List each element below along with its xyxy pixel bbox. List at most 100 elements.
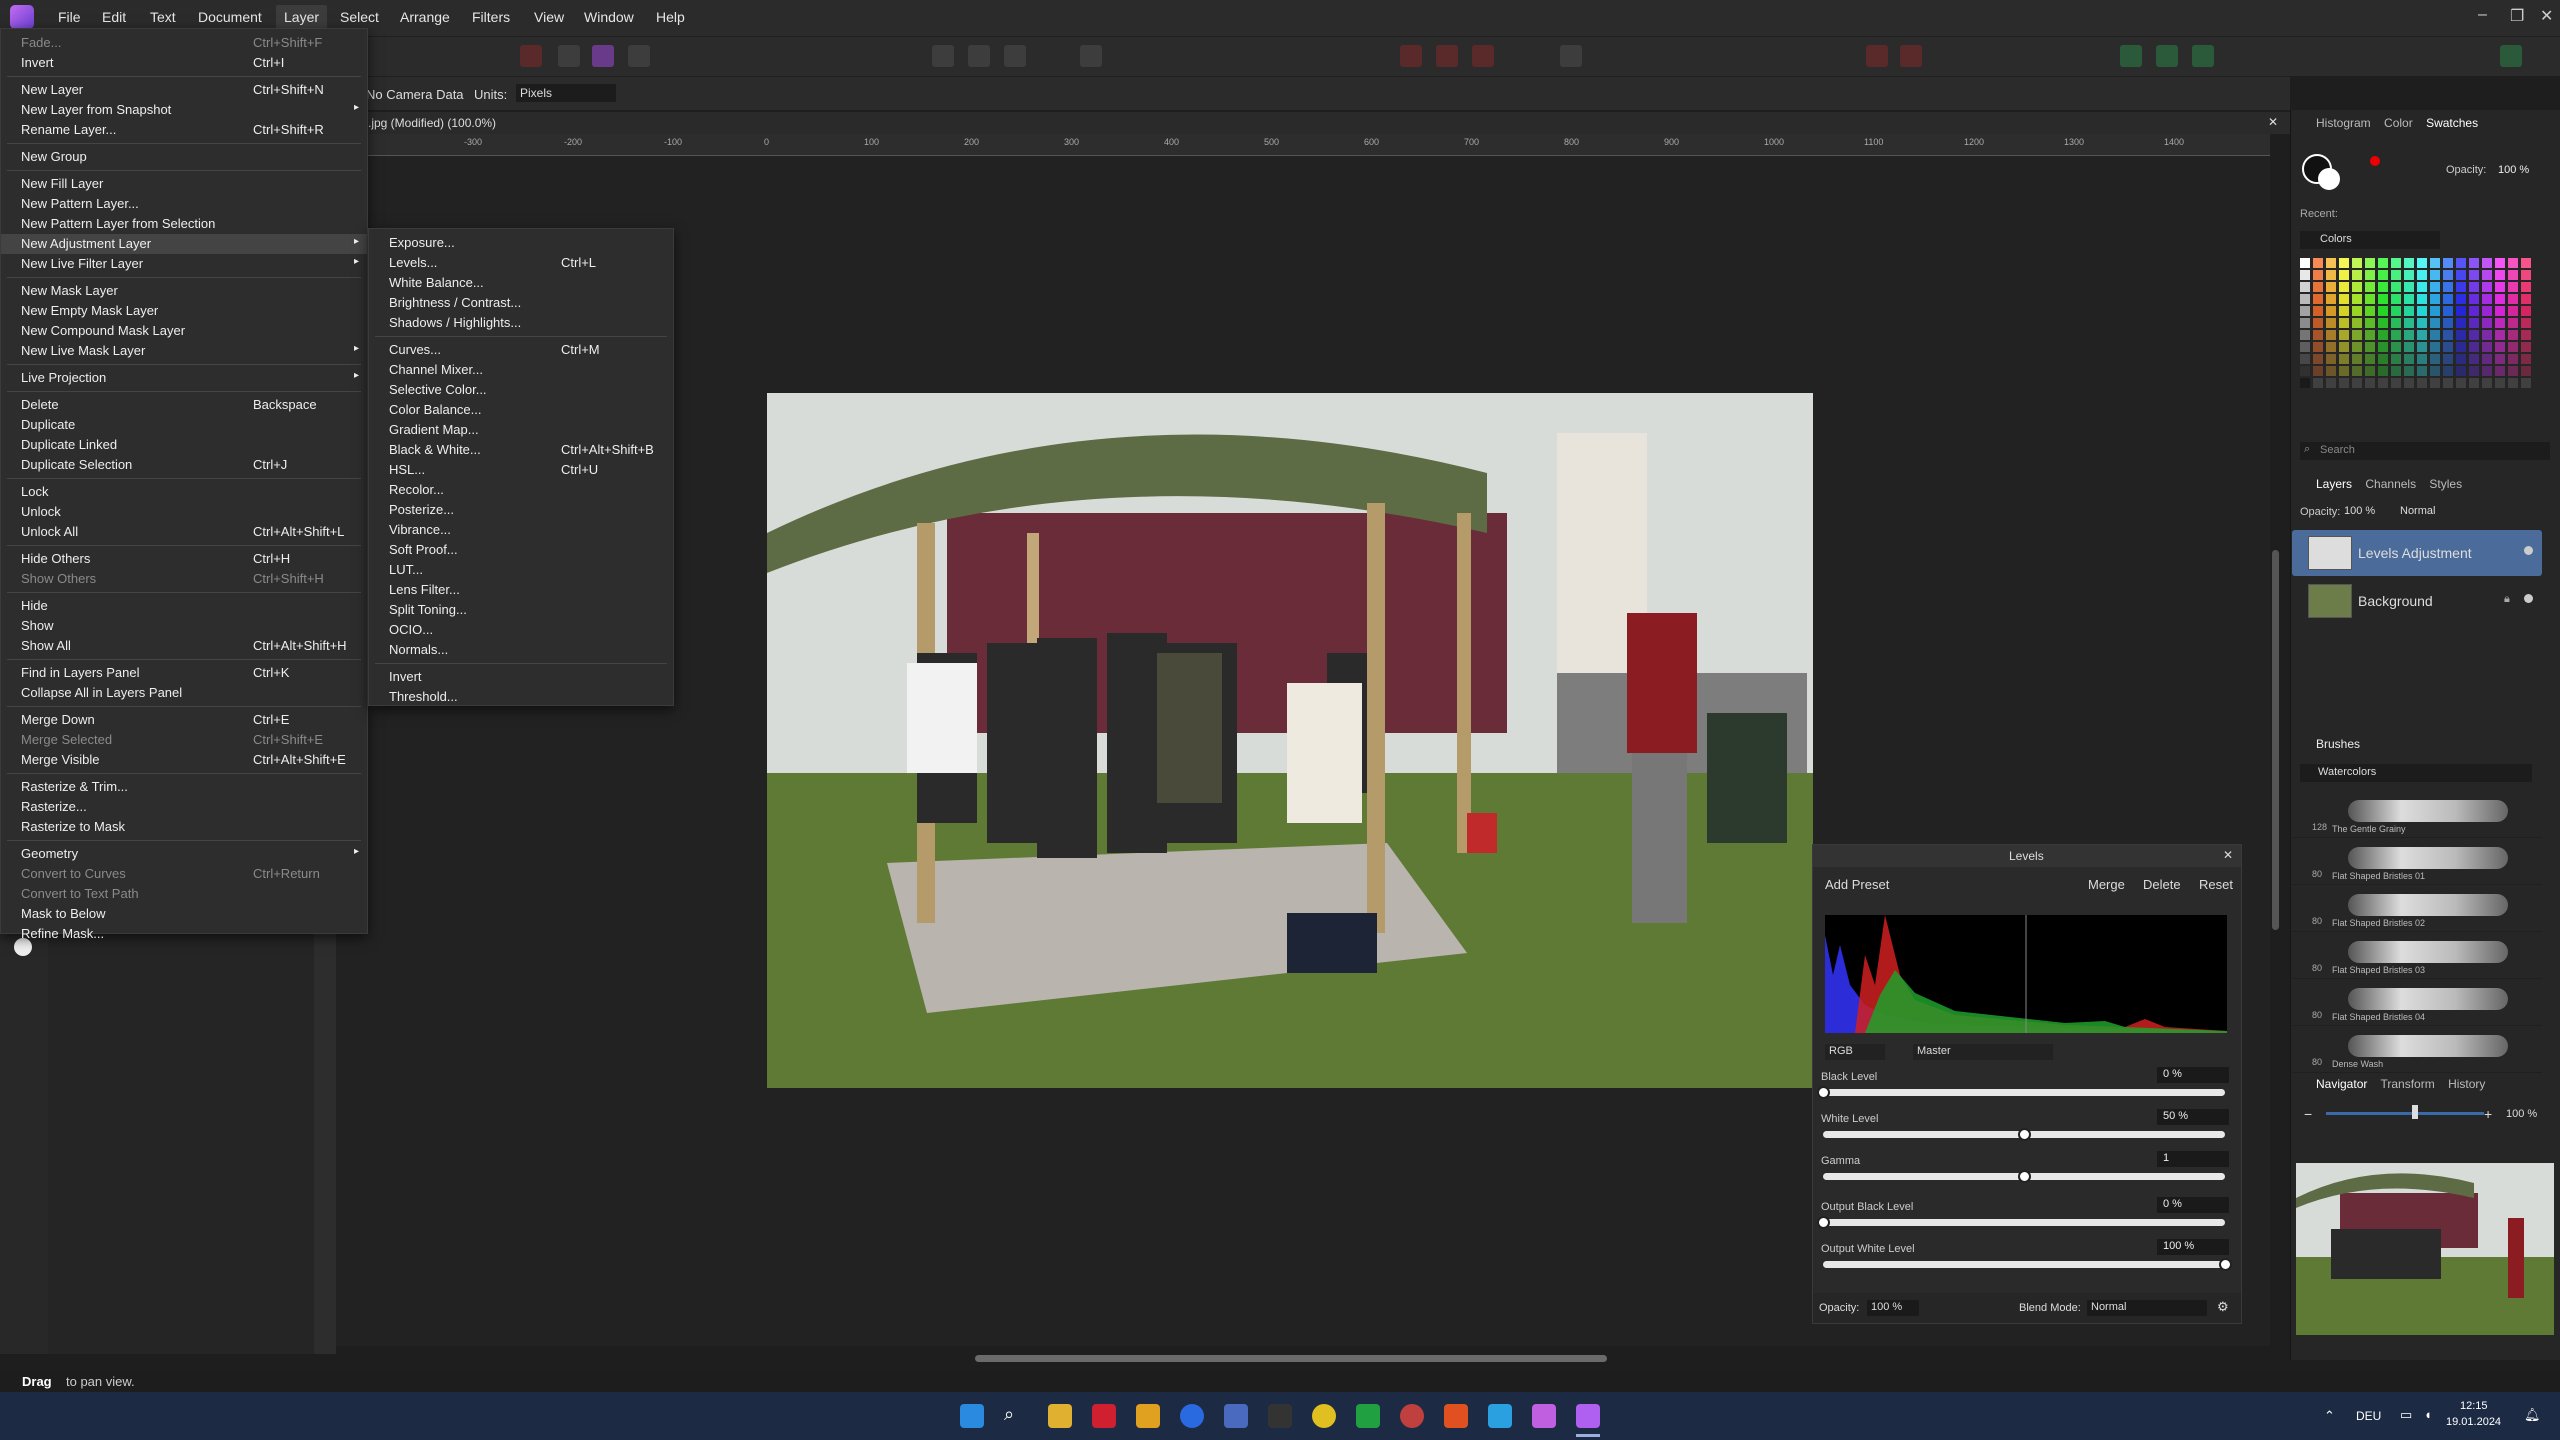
color-swatch[interactable] xyxy=(2430,258,2440,268)
color-swatch[interactable] xyxy=(2508,366,2518,376)
menu-item-new-live-filter-layer[interactable]: New Live Filter Layer ▸ xyxy=(1,254,367,274)
color-swatch[interactable] xyxy=(2521,318,2531,328)
color-swatch[interactable] xyxy=(2378,378,2388,388)
visibility-icon[interactable] xyxy=(2524,594,2533,603)
color-swatch[interactable] xyxy=(2339,354,2349,364)
color-swatch[interactable] xyxy=(2339,282,2349,292)
color-swatch[interactable] xyxy=(2482,282,2492,292)
color-swatch[interactable] xyxy=(2404,330,2414,340)
output-white-slider[interactable] xyxy=(1823,1261,2225,1268)
color-swatch[interactable] xyxy=(2300,354,2310,364)
color-swatch[interactable] xyxy=(2404,258,2414,268)
arrange-back-icon[interactable] xyxy=(1866,45,1888,67)
app-icon[interactable] xyxy=(1312,1404,1336,1428)
browser-icon[interactable] xyxy=(1180,1404,1204,1428)
color-swatch[interactable] xyxy=(2339,258,2349,268)
color-swatch[interactable] xyxy=(2482,330,2492,340)
color-swatch[interactable] xyxy=(2391,306,2401,316)
tray-chevron-icon[interactable]: ⌃ xyxy=(2324,1408,2335,1424)
color-swatch[interactable] xyxy=(2339,342,2349,352)
layer-opacity-field[interactable]: 100 % xyxy=(2344,505,2375,517)
color-swatch[interactable] xyxy=(2404,282,2414,292)
color-swatch[interactable] xyxy=(2482,366,2492,376)
color-swatch[interactable] xyxy=(2456,330,2466,340)
tab-styles[interactable]: Styles xyxy=(2429,477,2462,491)
color-swatch[interactable] xyxy=(2495,270,2505,280)
merge-button[interactable]: Merge xyxy=(2088,877,2125,892)
color-swatch[interactable] xyxy=(2456,294,2466,304)
color-swatch[interactable] xyxy=(2326,258,2336,268)
brush-item[interactable]: 80 Flat Shaped Bristles 03 xyxy=(2292,933,2542,979)
menu-file[interactable]: File xyxy=(58,9,81,25)
color-swatch[interactable] xyxy=(2313,294,2323,304)
color-swatch[interactable] xyxy=(2378,366,2388,376)
menu-item-lut[interactable]: LUT... xyxy=(369,560,673,580)
color-swatch[interactable] xyxy=(2430,366,2440,376)
color-swatch[interactable] xyxy=(2495,294,2505,304)
file-explorer-icon[interactable] xyxy=(1048,1404,1072,1428)
color-swatch[interactable] xyxy=(2430,378,2440,388)
color-swatch[interactable] xyxy=(2378,354,2388,364)
menu-item-rename-layer[interactable]: Rename Layer... Ctrl+Shift+R xyxy=(1,120,367,140)
menu-item-show-all[interactable]: Show All Ctrl+Alt+Shift+H xyxy=(1,636,367,656)
color-swatch[interactable] xyxy=(2326,294,2336,304)
tab-color[interactable]: Color xyxy=(2384,116,2413,130)
color-swatch[interactable] xyxy=(2365,330,2375,340)
menu-window[interactable]: Window xyxy=(584,9,634,25)
color-swatch[interactable] xyxy=(2404,318,2414,328)
mode-select[interactable]: Master xyxy=(1913,1044,2053,1060)
designer-icon[interactable] xyxy=(1488,1404,1512,1428)
color-swatch[interactable] xyxy=(2391,294,2401,304)
color-swatch[interactable] xyxy=(2326,378,2336,388)
menu-item-new-layer-from-snapshot[interactable]: New Layer from Snapshot ▸ xyxy=(1,100,367,120)
color-swatch[interactable] xyxy=(2469,342,2479,352)
vertical-scrollbar[interactable] xyxy=(2272,550,2279,930)
calendar-icon[interactable] xyxy=(1224,1404,1248,1428)
color-swatch[interactable] xyxy=(2300,294,2310,304)
menu-item-levels[interactable]: Levels... Ctrl+L xyxy=(369,253,673,273)
channel-select[interactable]: RGB xyxy=(1825,1044,1885,1060)
menu-item-gradient-map[interactable]: Gradient Map... xyxy=(369,420,673,440)
swatch-search-input[interactable]: Search xyxy=(2300,442,2550,460)
color-swatch[interactable] xyxy=(2456,282,2466,292)
vivaldi-icon[interactable] xyxy=(1092,1404,1116,1428)
color-swatch[interactable] xyxy=(2391,270,2401,280)
color-swatch[interactable] xyxy=(2313,330,2323,340)
color-swatch[interactable] xyxy=(2508,270,2518,280)
secondary-color-icon[interactable] xyxy=(2318,168,2340,190)
menu-item-fade[interactable]: Fade... Ctrl+Shift+F xyxy=(1,33,367,53)
brush-persona-icon[interactable] xyxy=(558,45,580,67)
color-swatch[interactable] xyxy=(2521,342,2531,352)
color-swatch[interactable] xyxy=(2443,294,2453,304)
horizontal-scrollbar[interactable] xyxy=(975,1355,1607,1362)
color-swatch[interactable] xyxy=(2300,366,2310,376)
color-swatch[interactable] xyxy=(2469,318,2479,328)
brush-item[interactable]: 128 The Gentle Grainy xyxy=(2292,792,2542,838)
menu-item-convert-to-text-path[interactable]: Convert to Text Path xyxy=(1,884,367,904)
terminal-icon[interactable] xyxy=(1268,1404,1292,1428)
color-swatch[interactable] xyxy=(2430,354,2440,364)
menu-item-duplicate[interactable]: Duplicate xyxy=(1,415,367,435)
color-swatch[interactable] xyxy=(2456,354,2466,364)
color-swatch[interactable] xyxy=(2417,306,2427,316)
color-swatch[interactable] xyxy=(2443,306,2453,316)
recent-color-icon[interactable] xyxy=(2370,156,2380,166)
menu-item-duplicate-linked[interactable]: Duplicate Linked xyxy=(1,435,367,455)
color-swatch[interactable] xyxy=(2391,378,2401,388)
color-swatch[interactable] xyxy=(2495,354,2505,364)
tab-transform[interactable]: Transform xyxy=(2380,1077,2434,1091)
document-tab[interactable]: .jpg (Modified) (100.0%) ✕ xyxy=(360,112,2290,134)
menu-layer[interactable]: Layer xyxy=(276,5,328,29)
menu-item-invert[interactable]: Invert xyxy=(369,667,673,687)
color-swatch[interactable] xyxy=(2417,366,2427,376)
color-swatch[interactable] xyxy=(2339,294,2349,304)
close-levels-icon[interactable]: ✕ xyxy=(2223,848,2233,862)
menu-item-hide-others[interactable]: Hide Others Ctrl+H xyxy=(1,549,367,569)
color-swatch[interactable] xyxy=(2469,306,2479,316)
color-swatch[interactable] xyxy=(2495,378,2505,388)
color-swatch[interactable] xyxy=(2391,342,2401,352)
color-swatch[interactable] xyxy=(2495,342,2505,352)
mask-icon[interactable] xyxy=(968,45,990,67)
output-white-knob[interactable] xyxy=(2219,1258,2232,1271)
color-swatch[interactable] xyxy=(2326,270,2336,280)
